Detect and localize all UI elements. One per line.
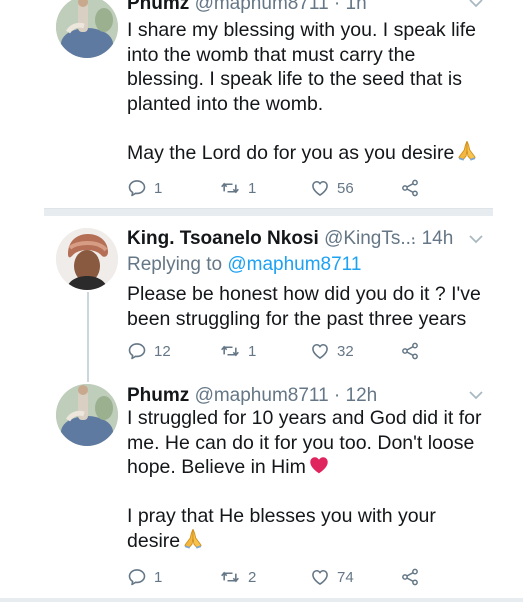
- text-line: been struggling for the past three years: [127, 307, 467, 330]
- tweet-actions: 1 1 56: [127, 178, 427, 198]
- retweet-button[interactable]: 1: [219, 178, 256, 198]
- text-line: planted into the womb.: [127, 92, 324, 115]
- tweet-actions: 12 1 32: [127, 341, 427, 361]
- text-line-content: May the Lord do for you as you desire: [127, 141, 455, 164]
- retweet-count: 2: [248, 568, 257, 586]
- user-handle[interactable]: @maphum8711: [195, 0, 329, 14]
- tweet-3[interactable]: Phumz @maphum8711 · 12h I struggled for …: [0, 376, 523, 598]
- text-line-content: desire: [127, 529, 181, 552]
- heart-icon: [310, 341, 330, 361]
- share-icon: [400, 178, 420, 198]
- reply-count: 12: [154, 342, 171, 360]
- text-line: I share my blessing with you. I speak li…: [127, 19, 476, 41]
- replying-to-link[interactable]: @maphum8711: [227, 254, 361, 275]
- reply-icon: [127, 178, 147, 198]
- user-handle[interactable]: @KingTs...: [324, 228, 416, 249]
- text-line: blessing. I speak life to the seed that …: [127, 68, 462, 90]
- like-button[interactable]: 56: [310, 178, 354, 198]
- heart-icon: [310, 567, 330, 587]
- retweet-count: 1: [248, 179, 257, 197]
- reply-icon: [127, 341, 147, 361]
- divider: [0, 598, 523, 602]
- avatar[interactable]: [56, 228, 118, 290]
- text-line: Please be honest how did you do it ? I'v…: [127, 283, 481, 305]
- display-name[interactable]: Phumz: [127, 385, 189, 406]
- folded-hands-emoji: [456, 139, 478, 161]
- retweet-count: 1: [248, 342, 257, 360]
- chevron-down-icon[interactable]: [468, 389, 484, 401]
- reply-button[interactable]: 12: [127, 341, 171, 361]
- retweet-icon: [219, 178, 241, 198]
- display-name[interactable]: King. Tsoanelo Nkosi: [127, 228, 319, 249]
- heart-icon: [310, 178, 330, 198]
- tweet-text: I struggled for 10 years and God did it …: [127, 406, 502, 553]
- reply-button[interactable]: 1: [127, 567, 162, 587]
- timestamp[interactable]: · 1h: [334, 0, 367, 14]
- reply-button[interactable]: 1: [127, 178, 162, 198]
- text-line: I struggled for 10 years and God did it …: [127, 407, 482, 429]
- retweet-button[interactable]: 1: [219, 341, 256, 361]
- like-count: 32: [337, 342, 354, 360]
- display-name[interactable]: Phumz: [127, 0, 189, 14]
- replying-prefix: Replying to: [127, 254, 228, 275]
- text-line: I pray that He blesses you with your: [127, 505, 436, 527]
- retweet-icon: [219, 567, 241, 587]
- text-line-content: hope. Believe in Him: [127, 456, 306, 478]
- replying-to: Replying to @maphum8711: [127, 254, 361, 276]
- like-count: 74: [337, 568, 354, 586]
- tweet-actions: 1 2 74: [127, 567, 427, 587]
- tweet-2[interactable]: King. Tsoanelo Nkosi @KingTs... · 14h Re…: [0, 216, 523, 376]
- tweet-1[interactable]: Phumz @maphum8711 · 1h I share my blessi…: [0, 0, 523, 208]
- tweet-header: Phumz @maphum8711 · 1h: [127, 0, 367, 15]
- reply-count: 1: [154, 568, 163, 586]
- text-line: hope. Believe in Him: [127, 455, 502, 480]
- tweet-header: Phumz @maphum8711 · 12h: [127, 385, 377, 407]
- chevron-down-icon[interactable]: [468, 233, 484, 245]
- share-button[interactable]: [400, 341, 420, 361]
- avatar[interactable]: [56, 0, 118, 58]
- tweet-text: Please be honest how did you do it ? I'v…: [127, 282, 502, 331]
- retweet-button[interactable]: 2: [219, 567, 256, 587]
- folded-hands-emoji: [182, 527, 204, 549]
- red-heart-emoji: [308, 454, 330, 476]
- divider: [44, 208, 493, 216]
- reply-count: 1: [154, 179, 163, 197]
- share-button[interactable]: [400, 178, 420, 198]
- share-button[interactable]: [400, 567, 420, 587]
- user-handle[interactable]: @maphum8711: [195, 385, 329, 406]
- avatar[interactable]: [56, 384, 118, 446]
- text-line: into the womb that must carry the: [127, 43, 416, 66]
- timestamp[interactable]: · 12h: [334, 385, 377, 406]
- chevron-down-icon[interactable]: [468, 0, 484, 9]
- like-button[interactable]: 74: [310, 567, 354, 587]
- text-line: me. He can do it for you too. Don't loos…: [127, 431, 475, 454]
- retweet-icon: [219, 341, 241, 361]
- reply-icon: [127, 567, 147, 587]
- share-icon: [400, 341, 420, 361]
- tweet-header: King. Tsoanelo Nkosi @KingTs...: [127, 228, 416, 250]
- share-icon: [400, 567, 420, 587]
- timestamp[interactable]: · 14h: [410, 228, 453, 250]
- tweet-text: I share my blessing with you. I speak li…: [127, 18, 502, 165]
- text-line: desire: [127, 529, 502, 554]
- like-count: 56: [337, 179, 354, 197]
- like-button[interactable]: 32: [310, 341, 354, 361]
- text-line: May the Lord do for you as you desire: [127, 141, 502, 166]
- thread-line: [87, 292, 89, 382]
